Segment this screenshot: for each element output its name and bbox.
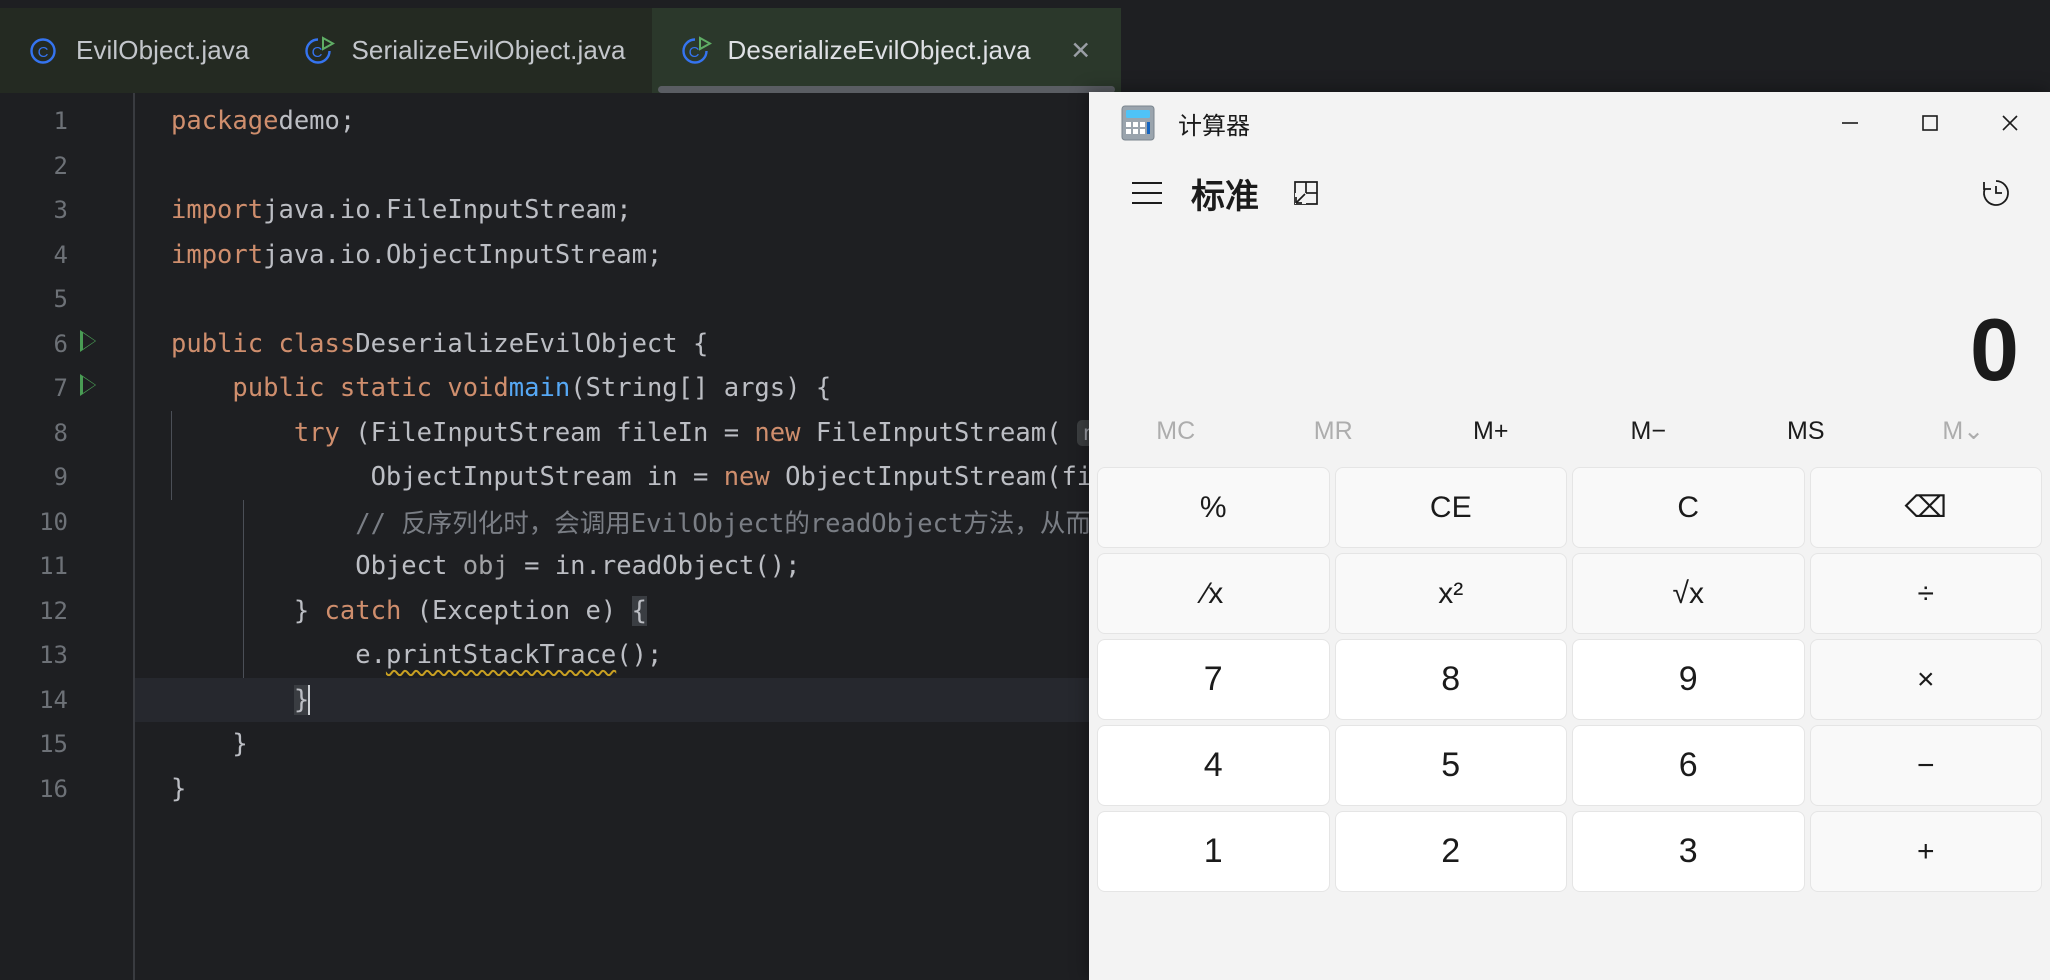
key-clear[interactable]: C	[1572, 467, 1805, 548]
key-digit-8[interactable]: 8	[1334, 639, 1567, 720]
line-number: 2	[53, 151, 68, 180]
editor-gutter[interactable]: 1 2 3 4 5 6 7 8 9 10 11 12 13 14 15 16	[0, 93, 133, 980]
memory-button-m: M⌄	[1942, 417, 1985, 445]
key-backspace[interactable]: ⌫	[1809, 467, 2042, 548]
line-number: 11	[39, 552, 68, 581]
gutter-line-12[interactable]: 12	[0, 589, 133, 634]
editor-tab-3[interactable]: C DeserializeEvilObject.java ✕	[651, 8, 1121, 93]
maximize-button[interactable]	[1890, 92, 1970, 154]
key-divide[interactable]: ÷	[1809, 553, 2042, 634]
key-digit-1[interactable]: 1	[1097, 811, 1330, 892]
line-number: 7	[53, 374, 68, 403]
gutter-line-11[interactable]: 11	[0, 544, 133, 589]
calculator-title-bar[interactable]: 计算器	[1089, 92, 2050, 154]
key-subtract[interactable]: −	[1809, 725, 2042, 806]
gutter-line-10[interactable]: 10	[0, 500, 133, 545]
gutter-line-13[interactable]: 13	[0, 633, 133, 678]
gutter-line-4[interactable]: 4	[0, 233, 133, 278]
line-number: 8	[53, 418, 68, 447]
memory-button-m[interactable]: M−	[1570, 400, 1728, 462]
tab-label: DeserializeEvilObject.java	[727, 35, 1031, 65]
key-multiply[interactable]: ×	[1809, 639, 2042, 720]
tab-close-icon[interactable]: ✕	[1067, 37, 1095, 65]
line-number: 14	[39, 685, 68, 714]
gutter-line-7[interactable]: 7	[0, 366, 133, 411]
editor-tab-bar: C EvilObject.java C SerializeEvilObject.jav…	[0, 8, 2050, 93]
editor-tab-1[interactable]: C EvilObject.java	[0, 8, 276, 93]
line-number: 6	[53, 329, 68, 358]
svg-text:C: C	[38, 44, 49, 61]
run-gutter-icon[interactable]	[68, 329, 108, 359]
gutter-line-8[interactable]: 8	[0, 411, 133, 456]
display-value: 0	[1970, 300, 2019, 400]
close-button[interactable]	[1970, 92, 2050, 154]
key-clear-entry[interactable]: CE	[1334, 467, 1567, 548]
key-percent[interactable]: %	[1097, 467, 1330, 548]
key-digit-7[interactable]: 7	[1097, 639, 1330, 720]
indent-guide	[171, 410, 172, 500]
line-number: 9	[53, 463, 68, 492]
memory-button-row: MC MR M+ M− MS M⌄	[1089, 400, 2050, 462]
memory-button-ms[interactable]: MS	[1727, 400, 1885, 462]
gutter-line-3[interactable]: 3	[0, 188, 133, 233]
hamburger-menu-icon[interactable]	[1119, 165, 1175, 221]
key-square[interactable]: x²	[1334, 553, 1567, 634]
line-number: 5	[53, 285, 68, 314]
key-digit-4[interactable]: 4	[1097, 725, 1330, 806]
gutter-line-2[interactable]: 2	[0, 144, 133, 189]
tab-label: EvilObject.java	[76, 35, 250, 65]
screen: C EvilObject.java C SerializeEvilObject.jav…	[0, 0, 2050, 980]
calculator-keypad: % CE C ⌫ ⁄x x² √x ÷ 7 8 9 × 4 5 6− 1 2 3 +	[1089, 462, 2050, 980]
java-class-icon: C	[28, 35, 60, 67]
line-number: 16	[39, 774, 68, 803]
calculator-display: 0	[1089, 232, 2050, 400]
key-digit-6[interactable]: 6	[1572, 725, 1805, 806]
line-number: 13	[39, 641, 68, 670]
tab-label: SerializeEvilObject.java	[351, 35, 626, 65]
gutter-line-6[interactable]: 6	[0, 322, 133, 367]
memory-button-mc: MC	[1156, 416, 1196, 445]
calculator-window-title: 计算器	[1178, 112, 1250, 140]
run-gutter-icon[interactable]	[68, 373, 108, 403]
key-digit-5[interactable]: 5	[1334, 725, 1567, 806]
key-reciprocal[interactable]: ⁄x	[1097, 553, 1330, 634]
minimize-icon	[1842, 122, 1858, 124]
java-runnable-class-icon: C	[680, 35, 712, 67]
java-runnable-class-icon: C	[303, 35, 336, 67]
line-number: 10	[39, 507, 68, 536]
key-digit-9[interactable]: 9	[1572, 639, 1805, 720]
key-digit-2[interactable]: 2	[1334, 811, 1567, 892]
gutter-line-9[interactable]: 9	[0, 455, 133, 500]
calculator-window[interactable]: 计算器 标准 0 MC MR M+ M− MS M⌄ % CE C ⌫ ⁄x x…	[1089, 92, 2050, 980]
memory-button-m+[interactable]: M+	[1412, 400, 1570, 462]
close-icon	[2002, 115, 2018, 131]
maximize-icon	[1922, 115, 1938, 131]
gutter-line-14[interactable]: 14	[0, 678, 133, 723]
gutter-line-15[interactable]: 15	[0, 722, 133, 767]
history-icon[interactable]	[1968, 165, 2024, 221]
editor-tab-2[interactable]: C SerializeEvilObject.java	[275, 8, 652, 93]
line-number: 4	[53, 240, 68, 269]
gutter-line-16[interactable]: 16	[0, 767, 133, 812]
line-number: 12	[39, 596, 68, 625]
line-number: 15	[39, 730, 68, 759]
key-square-root[interactable]: √x	[1572, 553, 1805, 634]
key-digit-3[interactable]: 3	[1572, 811, 1805, 892]
line-number: 3	[53, 196, 68, 225]
key-add[interactable]: +	[1809, 811, 2042, 892]
calculator-mode-title: 标准	[1191, 177, 1259, 216]
svg-text:C: C	[688, 44, 699, 61]
gutter-line-5[interactable]: 5	[0, 277, 133, 322]
minimize-button[interactable]	[1810, 92, 1890, 154]
gutter-line-1[interactable]: 1	[0, 99, 133, 144]
line-number: 1	[53, 107, 68, 136]
svg-text:C: C	[312, 44, 323, 61]
memory-button-mr: MR	[1313, 416, 1353, 445]
indent-guide	[243, 588, 244, 678]
keep-on-top-icon[interactable]	[1281, 168, 1331, 218]
calculator-icon	[1121, 105, 1155, 141]
calculator-header: 标准	[1089, 154, 2050, 232]
